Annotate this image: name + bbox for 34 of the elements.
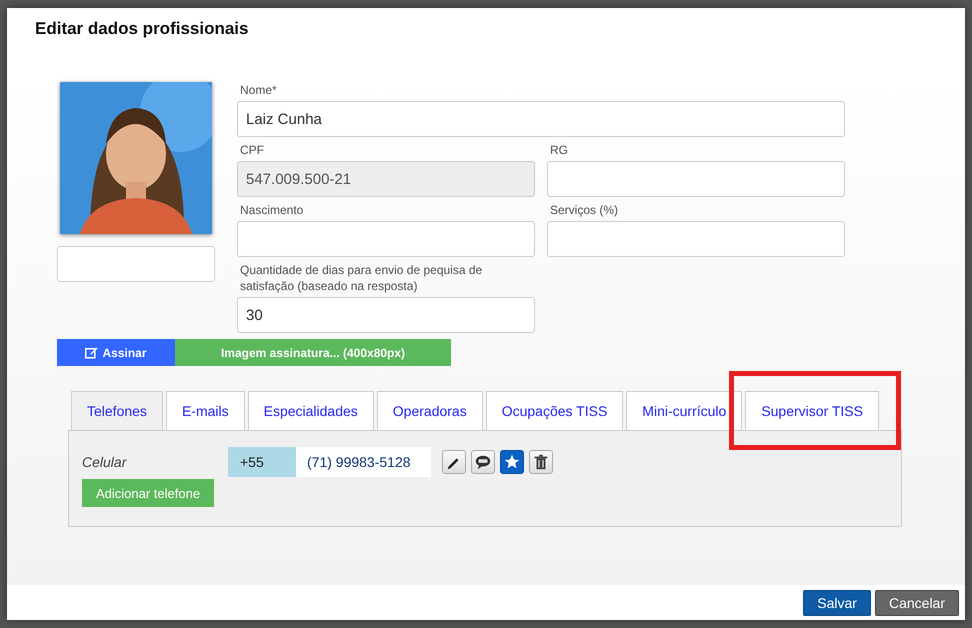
tab[interactable]: Supervisor TISS: [745, 391, 879, 430]
country-code: +55: [228, 447, 296, 477]
tab[interactable]: Ocupações TISS: [486, 391, 624, 430]
input-field[interactable]: [547, 221, 845, 257]
delete-button[interactable]: [529, 450, 553, 474]
input-field[interactable]: Laiz Cunha: [237, 101, 845, 137]
field-label: RG: [549, 142, 569, 158]
edit-icon: [85, 346, 98, 358]
tab[interactable]: Especialidades: [248, 391, 374, 430]
field-label: CPF: [239, 142, 265, 158]
input-field[interactable]: [57, 246, 215, 282]
input-field[interactable]: [547, 161, 845, 197]
dialog-title: Editar dados profissionais: [34, 18, 250, 39]
speech-bubble-icon: [474, 453, 492, 471]
field-label: Nascimento: [239, 202, 304, 218]
cancel-button[interactable]: Cancelar: [874, 590, 959, 616]
phone-type: Celular: [82, 454, 128, 470]
input-field[interactable]: 30: [237, 297, 535, 333]
input-field[interactable]: [237, 221, 535, 257]
sms-button[interactable]: [471, 450, 495, 474]
edit-button[interactable]: [442, 450, 466, 474]
tab[interactable]: Operadoras: [376, 391, 483, 430]
field-label: Quantidade de dias para envio de pequisa de satisfação (baseado na resposta): [239, 262, 484, 294]
field-label: Serviços (%): [549, 202, 620, 218]
save-button[interactable]: Salvar: [803, 590, 871, 616]
phone-number: (71) 99983-5128: [296, 447, 431, 477]
favorite-button[interactable]: [500, 450, 524, 474]
trash-icon: [532, 453, 550, 471]
tab[interactable]: Telefones: [71, 391, 163, 430]
tab[interactable]: Mini-currículo: [626, 391, 742, 430]
sign-button[interactable]: Assinar: [57, 339, 175, 366]
tab[interactable]: E-mails: [166, 391, 245, 430]
star-icon: [503, 453, 521, 471]
field-label: Nome*: [239, 82, 278, 98]
